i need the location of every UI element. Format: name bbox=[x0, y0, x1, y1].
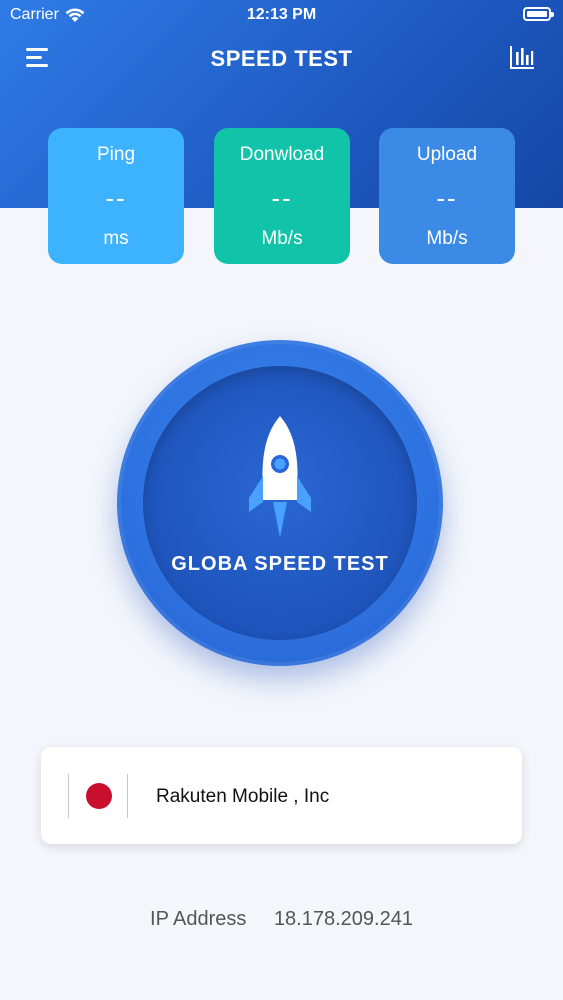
ping-label: Ping bbox=[96, 144, 136, 165]
status-bar: Carrier 12:13 PM bbox=[0, 0, 563, 30]
rocket-icon bbox=[249, 416, 311, 538]
upload-card: Upload -- Mb/s bbox=[379, 128, 515, 264]
bar-chart-icon[interactable] bbox=[509, 44, 535, 70]
upload-label: Upload bbox=[416, 144, 478, 165]
download-value: -- bbox=[271, 183, 293, 213]
ping-card: Ping -- ms bbox=[48, 128, 184, 264]
nav-bar: SPEED TEST bbox=[0, 36, 563, 80]
upload-value: -- bbox=[436, 183, 458, 213]
ip-address-label: IP Address bbox=[150, 908, 247, 930]
ping-unit: ms bbox=[103, 228, 129, 249]
start-button-label: GLOBA SPEED TEST bbox=[171, 553, 389, 575]
ping-value: -- bbox=[105, 183, 127, 213]
download-unit: Mb/s bbox=[261, 228, 303, 249]
status-time: 12:13 PM bbox=[246, 6, 317, 23]
japan-flag-icon bbox=[68, 774, 128, 818]
download-card: Donwload -- Mb/s bbox=[214, 128, 350, 264]
provider-name: Rakuten Mobile , Inc bbox=[156, 786, 330, 807]
page-title: SPEED TEST bbox=[210, 46, 353, 71]
ip-address-value: 18.178.209.241 bbox=[273, 908, 413, 930]
download-label: Donwload bbox=[239, 144, 325, 165]
start-speed-test-button[interactable]: GLOBA SPEED TEST bbox=[117, 340, 443, 666]
upload-unit: Mb/s bbox=[426, 228, 468, 249]
battery-icon bbox=[523, 7, 554, 21]
ip-address-row: IP Address 18.178.209.241 bbox=[0, 908, 563, 931]
provider-card[interactable]: Rakuten Mobile , Inc bbox=[41, 747, 522, 844]
